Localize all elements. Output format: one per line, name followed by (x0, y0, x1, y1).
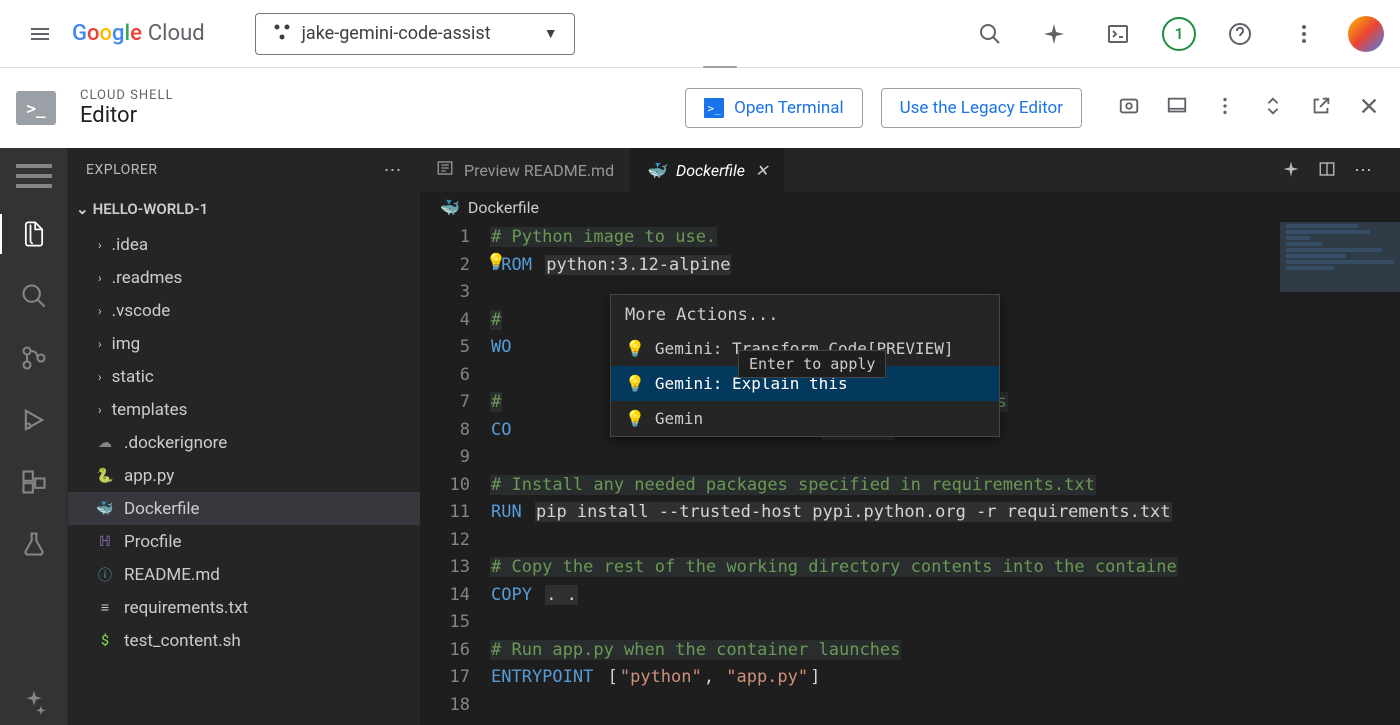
file-item[interactable]: ≡requirements.txt (68, 591, 420, 624)
open-terminal-button[interactable]: Open Terminal (685, 88, 862, 128)
main-menu-button[interactable] (16, 10, 64, 58)
layout-icon[interactable] (1166, 95, 1188, 121)
chevron-down-icon: ▼ (544, 25, 558, 42)
explorer-panel: EXPLORER ⋯ ⌄ HELLO-WORLD-1 ›.idea›.readm… (68, 148, 420, 725)
popup-header: More Actions... (611, 295, 999, 331)
docker-icon: 🐳 (646, 161, 666, 180)
code-action-item[interactable]: 💡Gemin (611, 401, 999, 436)
chevron-right-icon: › (98, 238, 102, 252)
lightbulb-icon: 💡 (625, 339, 645, 358)
google-cloud-logo[interactable]: Google Cloud (72, 21, 205, 46)
more-icon[interactable] (1284, 14, 1324, 54)
open-new-icon[interactable] (1310, 95, 1332, 121)
gemini-tab-icon[interactable] (1282, 160, 1300, 182)
explorer-icon[interactable] (10, 210, 58, 258)
breadcrumb[interactable]: 🐳 Dockerfile (420, 192, 1400, 222)
project-icon (272, 22, 292, 46)
activity-bar (0, 148, 68, 725)
legacy-editor-button[interactable]: Use the Legacy Editor (881, 88, 1082, 128)
extensions-icon[interactable] (10, 458, 58, 506)
page-title: Editor (80, 103, 174, 128)
lightbulb-icon: 💡 (625, 374, 645, 393)
file-item[interactable]: ☁.dockerignore (68, 426, 420, 459)
file-type-icon: $ (96, 632, 114, 650)
search-activity-icon[interactable] (10, 272, 58, 320)
chevron-right-icon: › (98, 337, 102, 351)
terminal-icon (704, 98, 724, 118)
tab[interactable]: 🐳Dockerfile✕ (630, 148, 784, 192)
kebab-icon[interactable] (1214, 95, 1236, 121)
project-name: jake-gemini-code-assist (302, 23, 491, 44)
chevron-down-icon: ⌄ (76, 200, 89, 218)
folder-item[interactable]: ›img (68, 327, 420, 360)
search-icon[interactable] (970, 14, 1010, 54)
cloud-text: Cloud (148, 21, 205, 46)
close-icon[interactable]: ✕ (755, 161, 768, 180)
file-item[interactable]: 🐍app.py (68, 459, 420, 492)
file-type-icon: ⓘ (96, 566, 114, 584)
breadcrumb: CLOUD SHELL (80, 88, 174, 103)
tab[interactable]: Preview README.md (420, 148, 630, 192)
folder-item[interactable]: ›.vscode (68, 294, 420, 327)
split-icon[interactable] (1318, 160, 1336, 182)
chevron-right-icon: › (98, 403, 102, 417)
file-type-icon: ≡ (96, 599, 114, 617)
file-item[interactable]: ℍProcfile (68, 525, 420, 558)
drag-handle[interactable] (700, 66, 740, 71)
file-type-icon: 🐳 (96, 500, 114, 518)
minimap[interactable] (1280, 222, 1400, 725)
preview-icon[interactable] (1118, 95, 1140, 121)
file-item[interactable]: $test_content.sh (68, 624, 420, 657)
explorer-title: EXPLORER (86, 162, 158, 178)
lightbulb-icon: 💡 (625, 409, 645, 428)
avatar[interactable] (1348, 16, 1384, 52)
explorer-more-icon[interactable]: ⋯ (384, 160, 403, 181)
gemini-icon[interactable] (1034, 14, 1074, 54)
folder-item[interactable]: ›.idea (68, 228, 420, 261)
code-editor-panel: Preview README.md🐳Dockerfile✕ 🐳 Dockerfi… (420, 148, 1400, 725)
tabs: Preview README.md🐳Dockerfile✕ (420, 148, 1400, 192)
file-tree: ›.idea›.readmes›.vscode›img›static›templ… (68, 226, 420, 725)
file-type-icon: 🐍 (96, 467, 114, 485)
docker-icon: 🐳 (440, 198, 460, 217)
testing-icon[interactable] (10, 520, 58, 568)
notification-badge[interactable]: 1 (1162, 17, 1196, 51)
editor-area: EXPLORER ⋯ ⌄ HELLO-WORLD-1 ›.idea›.readm… (0, 148, 1400, 725)
project-selector[interactable]: jake-gemini-code-assist ▼ (255, 13, 575, 55)
cloud-shell-badge-icon (16, 91, 56, 125)
editor-menu-icon[interactable] (10, 156, 58, 196)
folder-item[interactable]: ›static (68, 360, 420, 393)
file-type-icon: ℍ (96, 533, 114, 551)
file-item[interactable]: ⓘREADME.md (68, 558, 420, 591)
chevron-right-icon: › (98, 304, 102, 318)
tab-more-icon[interactable]: ⋯ (1354, 160, 1372, 182)
cloud-shell-header: CLOUD SHELL Editor Open Terminal Use the… (0, 68, 1400, 148)
chevron-right-icon: › (98, 370, 102, 384)
collapse-icon[interactable] (1262, 95, 1284, 121)
file-type-icon: ☁ (96, 434, 114, 452)
code-area[interactable]: 123456789101112131415161718 💡 More Actio… (420, 222, 1400, 725)
help-icon[interactable] (1220, 14, 1260, 54)
file-item[interactable]: 🐳Dockerfile (68, 492, 420, 525)
cloud-shell-icon[interactable] (1098, 14, 1138, 54)
source-control-icon[interactable] (10, 334, 58, 382)
chevron-right-icon: › (98, 271, 102, 285)
close-icon[interactable] (1358, 95, 1380, 121)
tooltip: Enter to apply (738, 350, 886, 378)
gemini-activity-icon[interactable] (10, 677, 58, 725)
folder-item[interactable]: ›templates (68, 393, 420, 426)
debug-icon[interactable] (10, 396, 58, 444)
lightbulb-icon[interactable]: 💡 (486, 252, 506, 271)
code-lines[interactable]: 💡 More Actions... 💡Gemini: Transform Cod… (490, 222, 1400, 725)
project-root[interactable]: ⌄ HELLO-WORLD-1 (68, 192, 420, 226)
folder-item[interactable]: ›.readmes (68, 261, 420, 294)
preview-icon (436, 159, 454, 181)
top-header: Google Cloud jake-gemini-code-assist ▼ 1 (0, 0, 1400, 68)
line-numbers: 123456789101112131415161718 (420, 222, 490, 725)
